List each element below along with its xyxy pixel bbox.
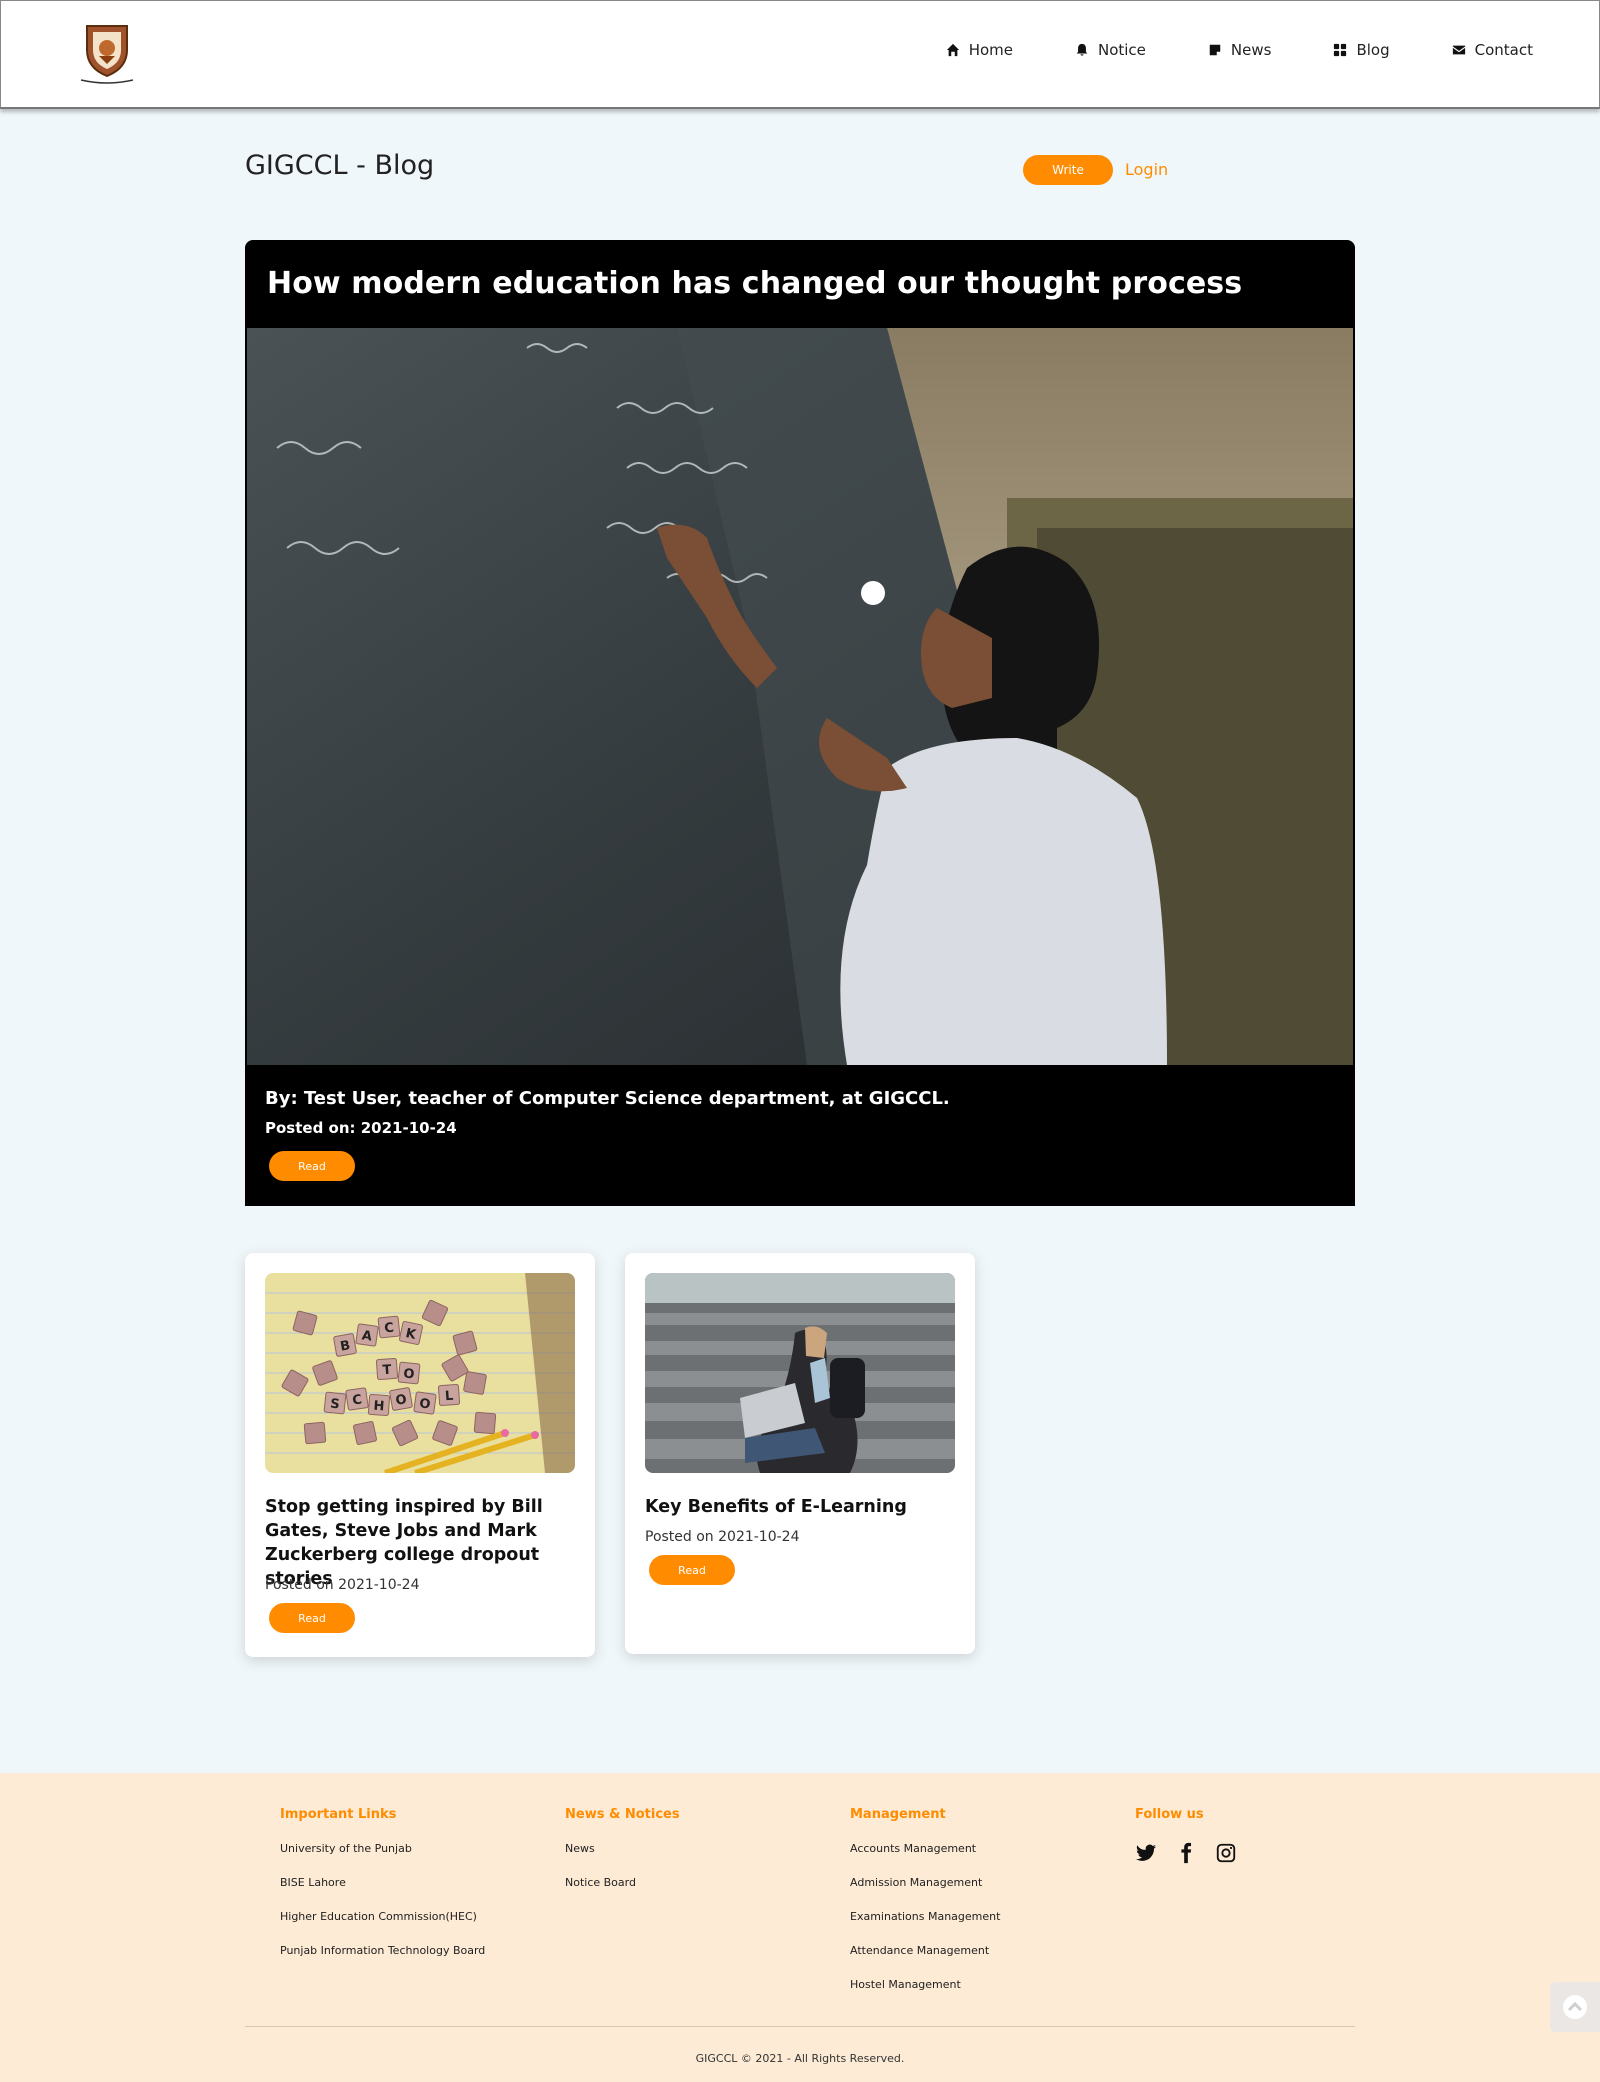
scrabble-tile-blank — [303, 1421, 327, 1445]
copyright-text: GIGCCL © 2021 - All Rights Reserved. — [695, 2052, 905, 2065]
footer-management: Management Accounts Management Admission… — [850, 1807, 1000, 2012]
footer-heading: News & Notices — [565, 1807, 680, 1822]
sticky-note-icon — [1209, 44, 1221, 56]
scrabble-tile-letter: S — [329, 1397, 340, 1413]
scrabble-tile-letter: H — [373, 1399, 385, 1415]
bell-icon — [1076, 43, 1088, 56]
nav-item-label: Notice — [1097, 41, 1146, 59]
blog-card: BACKTOSCHOOL Stop getting inspired by Bi… — [245, 1253, 595, 1657]
footer-link[interactable]: Hostel Management — [850, 1978, 1000, 1994]
footer-link[interactable]: News — [565, 1842, 680, 1858]
featured-post-image — [247, 328, 1353, 1065]
footer-link[interactable]: Punjab Information Technology Board — [280, 1944, 485, 1960]
featured-post-author: By: Test User, teacher of Computer Scien… — [265, 1088, 950, 1109]
twitter-icon[interactable] — [1135, 1842, 1157, 1864]
scrabble-tile-letter: C — [384, 1321, 395, 1337]
nav-item-label: Contact — [1474, 41, 1533, 59]
footer-important-links: Important Links University of the Punjab… — [280, 1807, 485, 1978]
footer-link[interactable]: Notice Board — [565, 1876, 680, 1892]
card-read-button[interactable]: Read — [649, 1555, 735, 1585]
chevron-up-circle-icon — [1563, 1995, 1587, 2019]
college-logo[interactable] — [77, 20, 137, 86]
scrabble-tile-blank — [473, 1411, 497, 1435]
footer-follow-us: Follow us — [1135, 1807, 1237, 1864]
main-nav: Home Notice News Blog Contact — [946, 41, 1533, 59]
scrabble-tile-letter: O — [403, 1366, 416, 1382]
page-title: GIGCCL - Blog — [245, 150, 435, 181]
footer-link[interactable]: Attendance Management — [850, 1944, 1000, 1960]
nav-item-label: Home — [968, 41, 1013, 59]
nav-item-label: News — [1230, 41, 1272, 59]
blog-card-title[interactable]: Key Benefits of E-Learning — [645, 1495, 955, 1519]
footer-link[interactable]: University of the Punjab — [280, 1842, 485, 1858]
footer-link[interactable]: Accounts Management — [850, 1842, 1000, 1858]
footer-link[interactable]: Examinations Management — [850, 1910, 1000, 1926]
footer-heading: Follow us — [1135, 1807, 1204, 1822]
featured-post-title: How modern education has changed our tho… — [267, 266, 1243, 301]
footer-heading: Management — [850, 1807, 946, 1822]
footer-divider — [245, 2026, 1355, 2027]
blog-card-date: Posted on 2021-10-24 — [265, 1577, 420, 1593]
envelope-icon — [1452, 45, 1465, 55]
facebook-icon[interactable] — [1175, 1842, 1197, 1864]
blog-card-image — [645, 1273, 955, 1473]
nav-item-home[interactable]: Home — [946, 41, 1013, 59]
featured-read-button[interactable]: Read — [269, 1151, 355, 1181]
footer-link[interactable]: Higher Education Commission(HEC) — [280, 1910, 485, 1926]
footer-heading: Important Links — [280, 1807, 397, 1822]
write-button[interactable]: Write — [1023, 155, 1113, 185]
nav-item-blog[interactable]: Blog — [1333, 41, 1390, 59]
scrabble-tile-blank — [463, 1371, 487, 1395]
blog-card: Key Benefits of E-Learning Posted on 202… — [625, 1253, 975, 1654]
scrabble-tile-letter: A — [361, 1328, 373, 1344]
footer-link[interactable]: BISE Lahore — [280, 1876, 485, 1892]
scroll-to-top-button[interactable] — [1550, 1982, 1600, 2032]
nav-item-label: Blog — [1356, 41, 1390, 59]
scrabble-tile-letter: O — [418, 1396, 431, 1412]
card-read-button[interactable]: Read — [269, 1603, 355, 1633]
site-footer: Important Links University of the Punjab… — [0, 1773, 1600, 2082]
grid-icon — [1334, 43, 1347, 57]
featured-post: How modern education has changed our tho… — [245, 240, 1355, 1206]
featured-post-date: Posted on: 2021-10-24 — [265, 1119, 457, 1137]
instagram-icon[interactable] — [1215, 1842, 1237, 1864]
blog-card-date: Posted on 2021-10-24 — [645, 1529, 800, 1545]
top-navbar: Home Notice News Blog Contact — [0, 0, 1600, 109]
blog-card-image: BACKTOSCHOOL — [265, 1273, 575, 1473]
scrabble-tile-letter: T — [382, 1363, 392, 1379]
social-links — [1135, 1842, 1237, 1864]
scrabble-tile-letter: L — [444, 1389, 453, 1405]
scrabble-tile-blank — [353, 1421, 377, 1445]
footer-link[interactable]: Admission Management — [850, 1876, 1000, 1892]
home-icon — [946, 43, 959, 57]
nav-item-contact[interactable]: Contact — [1452, 41, 1533, 59]
login-link[interactable]: Login — [1125, 160, 1168, 179]
nav-item-news[interactable]: News — [1208, 41, 1272, 59]
footer-news-notices: News & Notices News Notice Board — [565, 1807, 680, 1910]
nav-item-notice[interactable]: Notice — [1075, 41, 1146, 59]
